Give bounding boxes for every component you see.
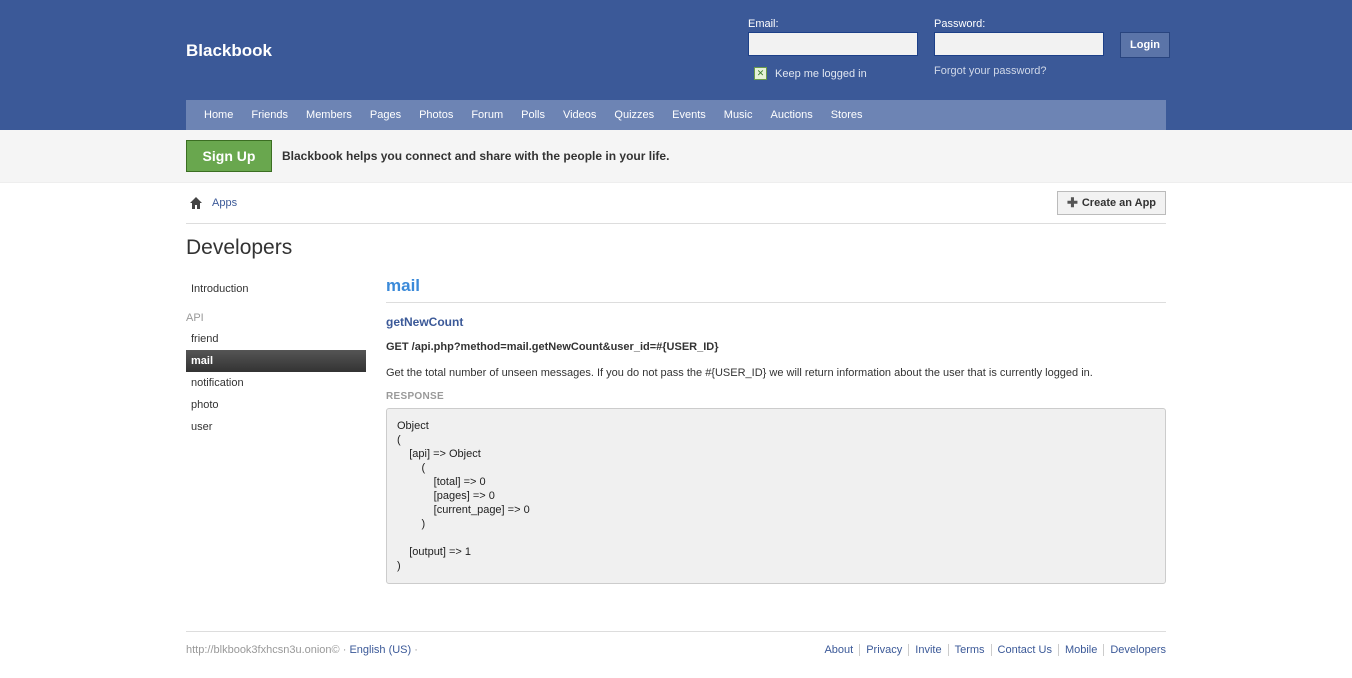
signup-bar: Sign Up Blackbook helps you connect and … bbox=[0, 130, 1352, 183]
password-label: Password: bbox=[934, 18, 986, 30]
brand-logo[interactable]: Blackbook bbox=[186, 41, 272, 61]
nav-quizzes[interactable]: Quizzes bbox=[605, 109, 663, 121]
sidebar-item-introduction[interactable]: Introduction bbox=[186, 278, 366, 300]
sidebar-heading-api: API bbox=[186, 312, 204, 324]
signup-button[interactable]: Sign Up bbox=[186, 140, 272, 172]
nav-forum[interactable]: Forum bbox=[462, 109, 512, 121]
email-group: Email: bbox=[748, 18, 918, 56]
login-button[interactable]: Login bbox=[1120, 32, 1170, 58]
footer-link-invite[interactable]: Invite bbox=[909, 644, 949, 656]
footer-link-privacy[interactable]: Privacy bbox=[860, 644, 910, 656]
response-label: RESPONSE bbox=[386, 391, 444, 402]
footer-link-mobile[interactable]: Mobile bbox=[1059, 644, 1105, 656]
footer-site: http://blkbook3fxhcsn3u.onion© · bbox=[186, 644, 350, 656]
endpoint: GET /api.php?method=mail.getNewCount&use… bbox=[386, 341, 719, 353]
footer-language-suffix: · bbox=[411, 644, 418, 656]
footer-left: http://blkbook3fxhcsn3u.onion© · English… bbox=[186, 644, 418, 656]
email-label: Email: bbox=[748, 18, 779, 30]
password-field[interactable] bbox=[934, 32, 1104, 56]
footer-link-terms[interactable]: Terms bbox=[949, 644, 992, 656]
sidebar-item-photo[interactable]: photo bbox=[186, 394, 366, 416]
description: Get the total number of unseen messages.… bbox=[386, 367, 1093, 379]
method-name: getNewCount bbox=[386, 315, 464, 329]
create-app-button[interactable]: ✚ Create an App bbox=[1057, 191, 1166, 215]
footer-links: About Privacy Invite Terms Contact Us Mo… bbox=[818, 644, 1166, 656]
sidebar-item-notification[interactable]: notification bbox=[186, 372, 366, 394]
keep-logged-in[interactable]: ✕ Keep me logged in bbox=[754, 67, 867, 80]
breadcrumb: Apps bbox=[186, 196, 237, 210]
nav-photos[interactable]: Photos bbox=[410, 109, 462, 121]
breadcrumb-apps[interactable]: Apps bbox=[212, 197, 237, 209]
sidebar-item-user[interactable]: user bbox=[186, 416, 366, 438]
main-nav: Home Friends Members Pages Photos Forum … bbox=[186, 100, 1166, 130]
nav-auctions[interactable]: Auctions bbox=[762, 109, 822, 121]
nav-events[interactable]: Events bbox=[663, 109, 715, 121]
footer-link-contact[interactable]: Contact Us bbox=[992, 644, 1059, 656]
password-group: Password: bbox=[934, 18, 1104, 56]
home-icon[interactable] bbox=[189, 196, 203, 210]
sidebar-item-mail[interactable]: mail bbox=[186, 350, 366, 372]
email-field[interactable] bbox=[748, 32, 918, 56]
response-body: Object ( [api] => Object ( [total] => 0 … bbox=[386, 408, 1166, 584]
header: Blackbook Email: Password: ✕ Keep me log… bbox=[0, 0, 1352, 130]
checkbox-icon[interactable]: ✕ bbox=[754, 67, 767, 80]
sidebar: Introduction API friend mail notificatio… bbox=[186, 278, 366, 438]
forgot-password-link[interactable]: Forgot your password? bbox=[934, 65, 1047, 77]
footer-link-developers[interactable]: Developers bbox=[1104, 644, 1166, 656]
nav-music[interactable]: Music bbox=[715, 109, 762, 121]
footer: http://blkbook3fxhcsn3u.onion© · English… bbox=[186, 631, 1166, 662]
main-content: mail getNewCount GET /api.php?method=mai… bbox=[386, 276, 1166, 584]
footer-link-about[interactable]: About bbox=[818, 644, 861, 656]
section-title: mail bbox=[386, 276, 1166, 303]
nav-friends[interactable]: Friends bbox=[242, 109, 297, 121]
divider bbox=[186, 223, 1166, 224]
plus-icon: ✚ bbox=[1066, 195, 1078, 210]
nav-videos[interactable]: Videos bbox=[554, 109, 605, 121]
create-app-label: Create an App bbox=[1081, 197, 1157, 209]
nav-home[interactable]: Home bbox=[186, 109, 242, 121]
tagline: Blackbook helps you connect and share wi… bbox=[282, 149, 670, 163]
nav-polls[interactable]: Polls bbox=[512, 109, 554, 121]
keep-logged-in-label: Keep me logged in bbox=[775, 67, 867, 80]
nav-members[interactable]: Members bbox=[297, 109, 361, 121]
sidebar-item-friend[interactable]: friend bbox=[186, 328, 366, 350]
page-title: Developers bbox=[186, 236, 293, 259]
footer-language-link[interactable]: English (US) bbox=[349, 644, 411, 656]
nav-stores[interactable]: Stores bbox=[822, 109, 872, 121]
nav-pages[interactable]: Pages bbox=[361, 109, 410, 121]
